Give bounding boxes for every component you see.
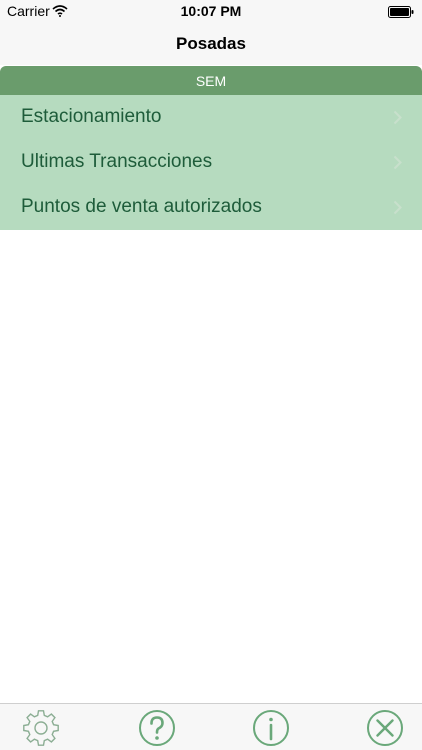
app-screen: Carrier 10:07 PM Posadas SEM Estacionami… <box>0 0 422 750</box>
help-icon <box>137 708 177 748</box>
info-button[interactable] <box>251 708 291 748</box>
menu-item-puntos-de-venta[interactable]: Puntos de venta autorizados <box>0 185 422 230</box>
tab-bar <box>0 703 422 750</box>
navigation-bar: Posadas <box>0 22 422 65</box>
close-icon <box>365 708 405 748</box>
menu-item-label: Estacionamiento <box>21 106 162 127</box>
menu-item-label: Puntos de venta autorizados <box>21 196 262 217</box>
menu-list: Estacionamiento Ultimas Transacciones Pu… <box>0 95 422 230</box>
settings-button[interactable] <box>21 708 61 748</box>
gear-icon <box>21 708 61 748</box>
menu-item-label: Ultimas Transacciones <box>21 151 213 172</box>
clock: 10:07 PM <box>180 3 242 19</box>
help-button[interactable] <box>137 708 177 748</box>
section-header-label: SEM <box>195 73 227 89</box>
chevron-right-icon <box>393 155 402 175</box>
chevron-right-icon <box>393 200 402 220</box>
info-icon <box>251 708 291 748</box>
status-bar: Carrier 10:07 PM <box>0 0 422 22</box>
chevron-right-icon <box>393 110 402 130</box>
menu-item-estacionamiento[interactable]: Estacionamiento <box>0 95 422 140</box>
section-header: SEM <box>0 66 422 95</box>
close-button[interactable] <box>365 708 405 748</box>
page-title: Posadas <box>176 34 246 53</box>
battery-icon <box>388 5 414 23</box>
menu-item-ultimas-transacciones[interactable]: Ultimas Transacciones <box>0 140 422 185</box>
